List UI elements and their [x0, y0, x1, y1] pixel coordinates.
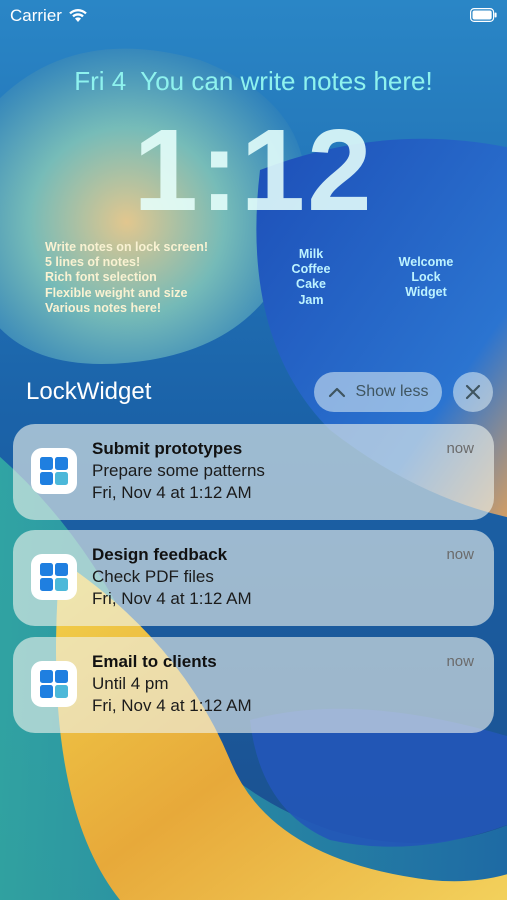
notes-widget[interactable]: Write notes on lock screen! 5 lines of n…: [45, 240, 208, 316]
top-note: You can write notes here!: [140, 66, 433, 96]
shopping-widget[interactable]: Milk Coffee Cake Jam: [278, 247, 344, 308]
widget-line: Cake: [296, 277, 326, 292]
notification-title: Email to clients: [92, 652, 217, 671]
notification-card[interactable]: Design feedback Check PDF files Fri, Nov…: [13, 530, 494, 626]
widget-line: Lock: [411, 270, 441, 285]
widget-line: Welcome: [398, 255, 454, 269]
app-icon: [31, 554, 77, 600]
clear-notifications-button[interactable]: [453, 372, 493, 412]
show-less-button[interactable]: Show less: [314, 372, 442, 412]
notification-date: Fri, Nov 4 at 1:12 AM: [92, 483, 252, 502]
notes-line: Rich font selection: [45, 270, 157, 285]
notification-date: Fri, Nov 4 at 1:12 AM: [92, 696, 252, 715]
notes-line: Write notes on lock screen!: [45, 240, 209, 254]
date-line: Fri 4 You can write notes here!: [0, 66, 507, 97]
notes-line: Flexible weight and size: [45, 285, 188, 300]
battery-icon: [470, 8, 497, 22]
widget-line: Coffee: [291, 262, 331, 277]
close-icon: [465, 384, 481, 400]
widget-line: Widget: [405, 285, 447, 300]
welcome-widget[interactable]: Welcome Lock Widget: [390, 255, 462, 301]
widget-line: Jam: [298, 292, 324, 307]
notification-body: Prepare some patterns: [92, 461, 265, 480]
notification-body: Until 4 pm: [92, 674, 169, 693]
notification-date: Fri, Nov 4 at 1:12 AM: [92, 589, 252, 608]
notification-title: Submit prototypes: [92, 439, 243, 458]
lock-clock: 1:12: [133, 105, 374, 235]
app-grid-icon: [40, 457, 68, 485]
notification-timestamp: now: [446, 440, 474, 457]
widget-line: Milk: [298, 247, 324, 261]
wifi-icon: [69, 9, 87, 22]
notes-line: Various notes here!: [45, 300, 162, 315]
notification-timestamp: now: [446, 653, 474, 670]
notes-line: 5 lines of notes!: [45, 255, 141, 270]
lock-date: Fri 4: [74, 66, 127, 96]
app-grid-icon: [40, 563, 68, 591]
chevron-up-icon: [328, 387, 345, 398]
notification-card[interactable]: Email to clients Until 4 pm Fri, Nov 4 a…: [13, 637, 494, 733]
app-grid-icon: [40, 670, 68, 698]
notification-body: Check PDF files: [92, 567, 214, 586]
notification-card[interactable]: Submit prototypes Prepare some patterns …: [13, 424, 494, 520]
status-bar: Carrier: [0, 0, 507, 34]
notification-group-title: LockWidget: [26, 378, 152, 405]
notification-title: Design feedback: [92, 545, 228, 564]
app-icon: [31, 448, 77, 494]
app-icon: [31, 661, 77, 707]
show-less-label: Show less: [355, 383, 429, 400]
notification-timestamp: now: [446, 546, 474, 563]
carrier-label: Carrier: [10, 6, 62, 25]
